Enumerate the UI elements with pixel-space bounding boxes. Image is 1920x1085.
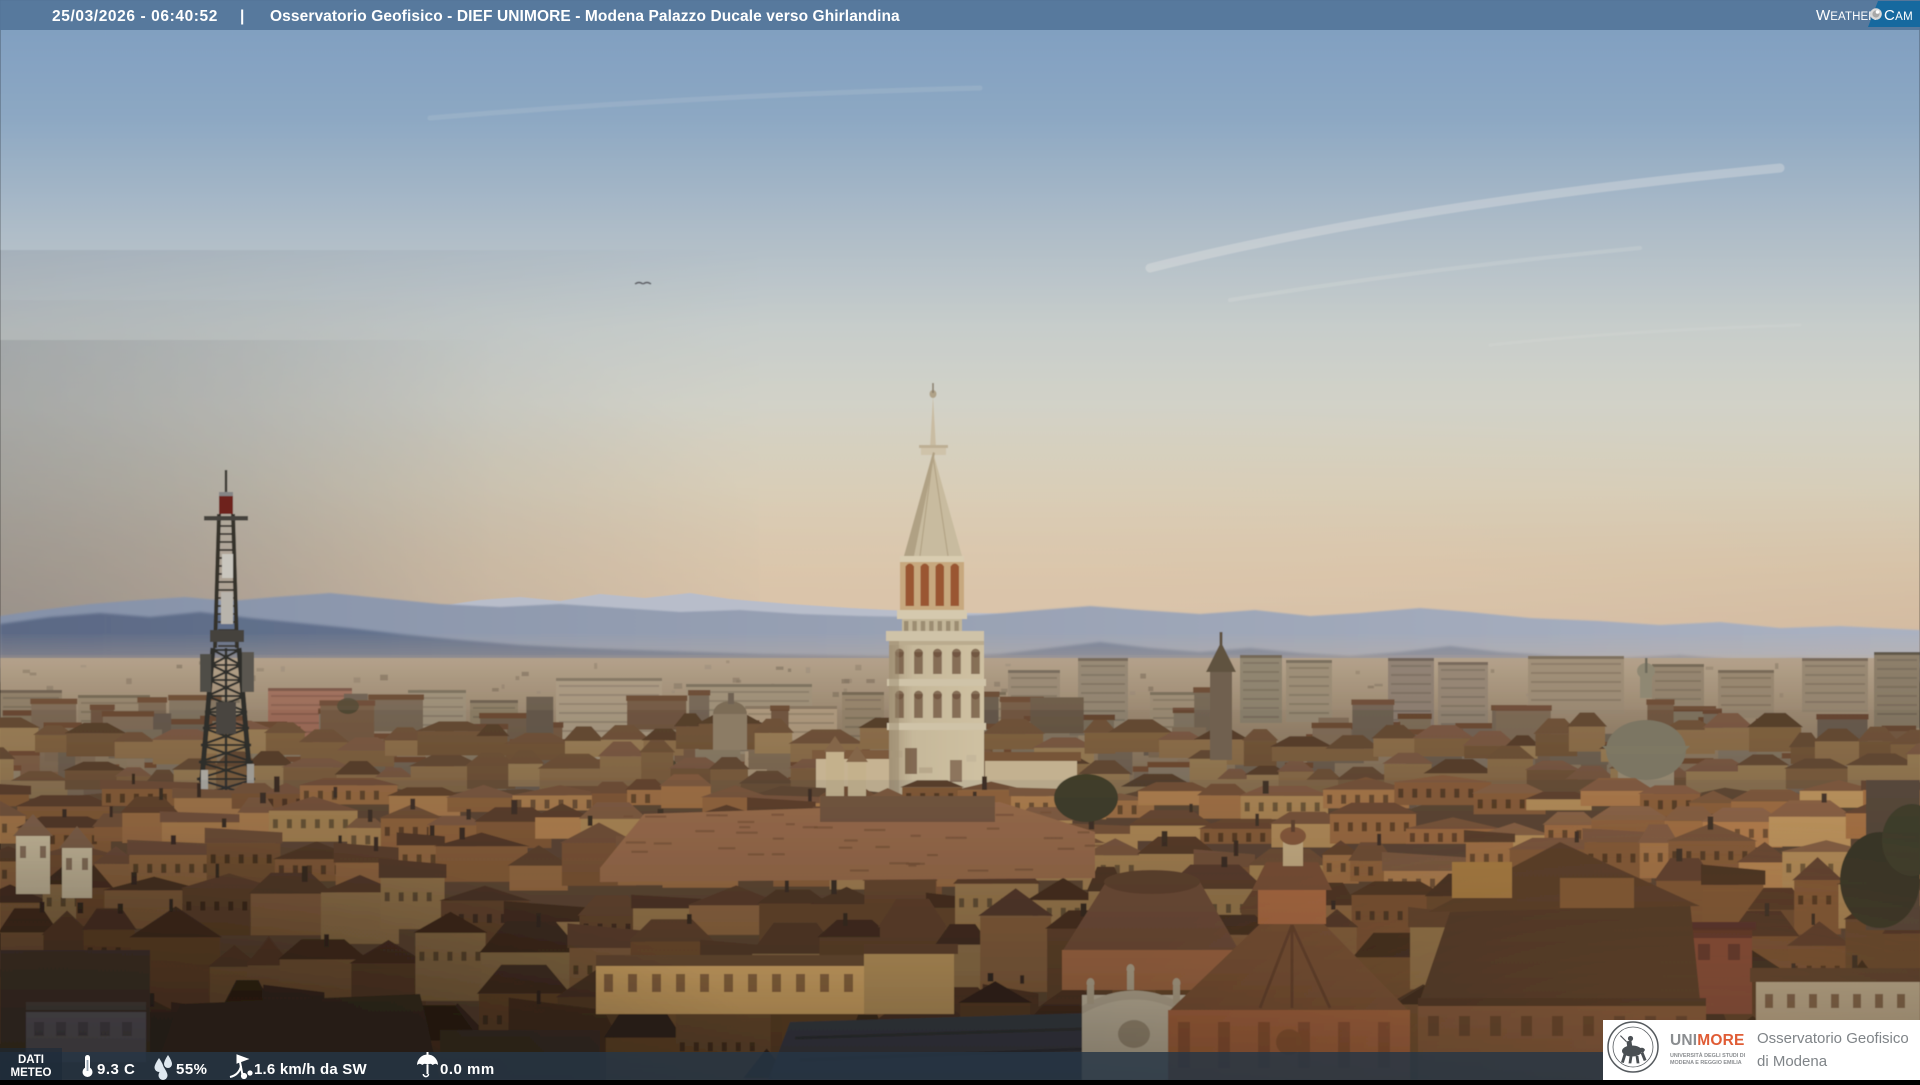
svg-text:55%: 55% — [176, 1061, 208, 1078]
svg-text:Osservatorio Geofisico - DIEF: Osservatorio Geofisico - DIEF UNIMORE - … — [270, 8, 900, 25]
svg-text:Osservatorio Geofisico: Osservatorio Geofisico — [1757, 1030, 1909, 1047]
svg-text:UNIMORE: UNIMORE — [1670, 1032, 1745, 1049]
svg-text:25/03/2026 - 06:40:52: 25/03/2026 - 06:40:52 — [52, 8, 218, 25]
svg-text:METEO: METEO — [11, 1067, 52, 1079]
svg-text:9.3 C: 9.3 C — [97, 1061, 135, 1078]
svg-text:1.6 km/h da SW: 1.6 km/h da SW — [254, 1061, 367, 1078]
svg-text:di Modena: di Modena — [1757, 1053, 1828, 1070]
svg-text:|: | — [240, 8, 244, 25]
svg-text:UNIVERSITÀ DEGLI STUDI DI: UNIVERSITÀ DEGLI STUDI DI — [1670, 1052, 1746, 1059]
svg-text:DATI: DATI — [18, 1054, 44, 1066]
svg-text:MODENA E REGGIO EMILIA: MODENA E REGGIO EMILIA — [1670, 1060, 1742, 1066]
svg-text:0.0 mm: 0.0 mm — [440, 1061, 495, 1078]
